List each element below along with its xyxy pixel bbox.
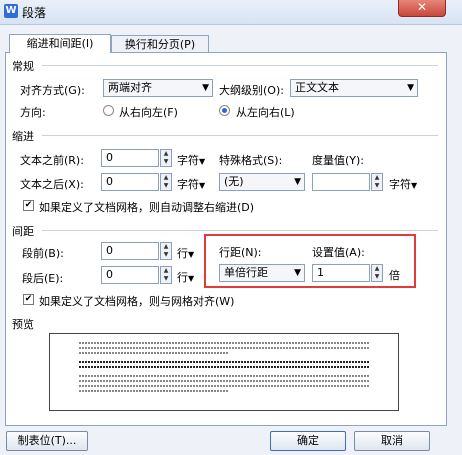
button-label: 取消 [381, 434, 403, 447]
unit-text: 字符 [177, 178, 199, 191]
space-before-label: 段前(B): [22, 247, 64, 260]
snap-to-grid-label: 如果定义了文档网格，则与网格对齐(W) [39, 295, 235, 308]
highlight-box [204, 234, 416, 288]
section-general: 常规 [12, 60, 34, 73]
alignment-label: 对齐方式(G): [20, 84, 85, 97]
app-icon: W [4, 4, 18, 18]
special-format-value: (无) [224, 175, 244, 188]
spin-up-icon: ▲ [163, 150, 169, 157]
button-label: 确定 [297, 434, 319, 447]
tab-indent-spacing[interactable]: 缩进和间距(I) [9, 34, 111, 53]
special-format-select[interactable]: (无) ▼ [219, 173, 305, 191]
direction-label: 方向: [20, 106, 46, 119]
measure-label: 度量值(Y): [312, 154, 365, 167]
divider [42, 65, 438, 66]
auto-right-indent-checkbox[interactable]: ✔ [23, 200, 34, 211]
chevron-down-icon: ▼ [188, 274, 195, 283]
preview-line [79, 342, 369, 344]
unit-text: 行 [177, 247, 188, 260]
auto-right-indent-label: 如果定义了文档网格，则自动调整右缩进(D) [39, 201, 255, 214]
section-indent: 缩进 [12, 130, 34, 143]
preview-line [79, 361, 369, 363]
tab-label: 换行和分页(P) [124, 38, 196, 51]
snap-to-grid-checkbox[interactable]: ✔ [23, 294, 34, 305]
measure-unit[interactable]: 字符▼ [389, 176, 417, 192]
radio-ltr[interactable] [219, 105, 230, 116]
window-title: 段落 [22, 6, 47, 20]
section-spacing: 间距 [12, 225, 34, 238]
outline-value: 正文文本 [295, 81, 339, 94]
outline-label: 大纲级别(O): [219, 84, 284, 97]
measure-spinner[interactable]: ▲ ▼ [371, 173, 383, 191]
unit-text: 字符 [389, 178, 411, 191]
chevron-down-icon: ▼ [199, 181, 206, 190]
cancel-button[interactable]: 取消 [354, 431, 430, 451]
chevron-down-icon: ▼ [188, 250, 195, 259]
preview-line [79, 347, 369, 349]
title-bar [0, 0, 462, 25]
tab-stops-button[interactable]: 制表位(T)... [6, 431, 88, 451]
checkmark-icon: ✔ [24, 294, 33, 304]
spin-down-icon: ▼ [163, 275, 169, 282]
preview-line [79, 366, 369, 368]
unit-text: 行 [177, 271, 188, 284]
indent-before-spinner[interactable]: ▲ ▼ [160, 149, 172, 167]
divider [42, 230, 438, 231]
space-before-unit[interactable]: 行▼ [177, 245, 194, 261]
indent-before-input[interactable]: 0 [101, 149, 159, 167]
spin-up-icon: ▲ [163, 267, 169, 274]
button-label: 制表位(T)... [17, 434, 77, 447]
chevron-down-icon: ▼ [407, 83, 414, 93]
preview-line [79, 375, 369, 377]
close-button[interactable]: ✕ [398, 0, 446, 17]
chevron-down-icon: ▼ [294, 177, 301, 187]
ltr-label: 从左向右(L) [236, 106, 295, 119]
preview-line [79, 390, 229, 392]
space-after-input[interactable]: 0 [101, 266, 159, 284]
spin-up-icon: ▲ [163, 243, 169, 250]
radio-rtl[interactable] [103, 105, 114, 116]
preview-line [79, 385, 369, 387]
space-after-spinner[interactable]: ▲ ▼ [160, 266, 172, 284]
indent-after-unit[interactable]: 字符▼ [177, 176, 205, 192]
spin-down-icon: ▼ [163, 158, 169, 165]
alignment-select[interactable]: 两端对齐 ▼ [103, 79, 213, 97]
special-format-label: 特殊格式(S): [219, 154, 283, 167]
ok-button[interactable]: 确定 [270, 431, 346, 451]
chevron-down-icon: ▼ [411, 181, 418, 190]
spin-down-icon: ▼ [374, 182, 380, 189]
divider [42, 135, 438, 136]
space-after-label: 段后(E): [22, 272, 64, 285]
checkmark-icon: ✔ [24, 200, 33, 210]
tab-label: 缩进和间距(I) [26, 37, 94, 50]
chevron-down-icon: ▼ [199, 157, 206, 166]
preview-box [49, 333, 399, 411]
space-before-spinner[interactable]: ▲ ▼ [160, 242, 172, 260]
indent-before-label: 文本之前(R): [20, 154, 84, 167]
section-preview: 预览 [12, 318, 34, 331]
space-after-unit[interactable]: 行▼ [177, 269, 194, 285]
space-before-input[interactable]: 0 [101, 242, 159, 260]
close-icon: ✕ [416, 0, 428, 14]
indent-before-unit[interactable]: 字符▼ [177, 152, 205, 168]
chevron-down-icon: ▼ [202, 83, 209, 93]
preview-line [79, 352, 229, 354]
rtl-label: 从右向左(F) [119, 106, 178, 119]
alignment-value: 两端对齐 [108, 81, 152, 94]
outline-select[interactable]: 正文文本 ▼ [290, 79, 418, 97]
indent-after-spinner[interactable]: ▲ ▼ [160, 173, 172, 191]
spin-up-icon: ▲ [163, 174, 169, 181]
unit-text: 字符 [177, 154, 199, 167]
spin-up-icon: ▲ [374, 174, 380, 181]
preview-line [79, 380, 369, 382]
indent-after-input[interactable]: 0 [101, 173, 159, 191]
spin-down-icon: ▼ [163, 251, 169, 258]
spin-down-icon: ▼ [163, 182, 169, 189]
indent-after-label: 文本之后(X): [20, 178, 84, 191]
measure-input[interactable] [312, 173, 370, 191]
